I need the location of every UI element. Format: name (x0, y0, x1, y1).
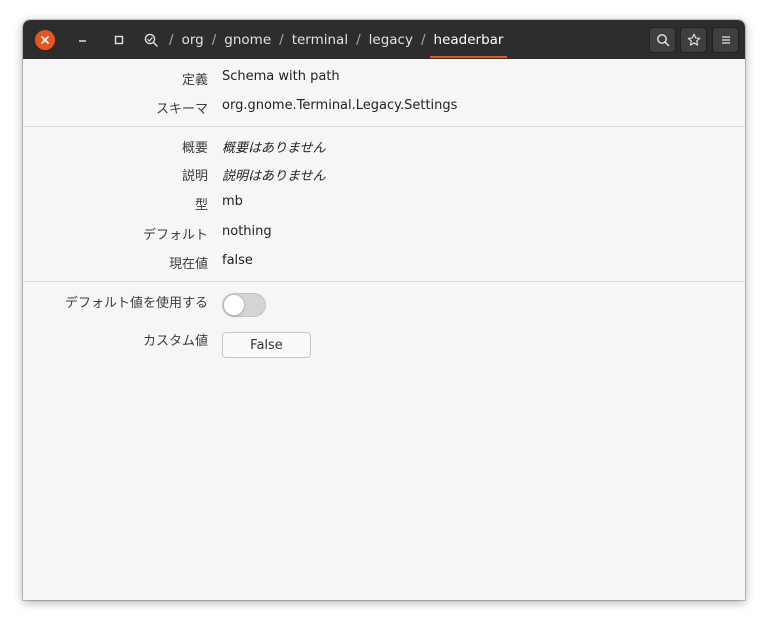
maximize-icon (114, 35, 124, 45)
use-default-switch[interactable] (222, 293, 266, 317)
description-label: 説明 (181, 169, 208, 184)
breadcrumb-gnome[interactable]: gnome (223, 32, 272, 48)
close-button[interactable] (35, 30, 55, 50)
custom-value-button[interactable]: False (222, 332, 311, 358)
default-label: デフォルト (142, 228, 208, 243)
breadcrumb-separator: / (169, 31, 174, 48)
use-default-row: デフォルト値を使用する (23, 292, 745, 320)
menu-icon (721, 36, 730, 44)
breadcrumb-org[interactable]: org (181, 32, 205, 48)
breadcrumb-legacy[interactable]: legacy (368, 32, 414, 48)
definition-value: Schema with path (222, 69, 340, 84)
main-menu-button[interactable] (712, 27, 739, 53)
custom-value-row: カスタム値 False (23, 330, 745, 358)
breadcrumb-separator: / (420, 31, 426, 48)
maximize-button[interactable] (109, 30, 129, 50)
bookmark-button[interactable] (680, 27, 707, 53)
schema-label: スキーマ (155, 102, 208, 117)
definition-label: 定義 (181, 73, 208, 88)
breadcrumb-separator: / (356, 31, 361, 48)
home-search-icon[interactable] (143, 32, 159, 48)
current-value-label: 現在値 (168, 257, 208, 272)
key-details: 定義 Schema with path スキーマ org.gnome.Termi… (23, 59, 745, 600)
app-window: / org / gnome / terminal / legacy / head… (23, 20, 745, 600)
custom-value-label: カスタム値 (142, 334, 208, 349)
close-icon (41, 36, 49, 44)
minimize-button[interactable] (73, 30, 93, 50)
section-divider (23, 281, 745, 282)
search-icon (656, 34, 669, 47)
breadcrumb-headerbar[interactable]: headerbar (429, 32, 508, 58)
breadcrumb-separator: / (211, 31, 217, 48)
section-divider (23, 126, 745, 127)
switch-knob (223, 294, 245, 316)
type-label: 型 (194, 198, 208, 213)
breadcrumb-terminal[interactable]: terminal (291, 32, 349, 48)
search-button[interactable] (649, 27, 676, 53)
schema-value: org.gnome.Terminal.Legacy.Settings (222, 98, 458, 113)
summary-label: 概要 (181, 141, 208, 156)
star-icon (687, 33, 700, 46)
type-value: mb (222, 194, 243, 209)
minimize-icon (79, 40, 86, 42)
headerbar: / org / gnome / terminal / legacy / head… (23, 20, 745, 59)
use-default-label: デフォルト値を使用する (64, 296, 208, 311)
breadcrumb-separator: / (279, 31, 284, 48)
summary-value: 概要はありません (222, 141, 326, 156)
breadcrumb: / org / gnome / terminal / legacy / head… (143, 20, 508, 59)
current-value-value: false (222, 253, 253, 268)
description-value: 説明はありません (222, 169, 326, 184)
default-value: nothing (222, 224, 272, 239)
